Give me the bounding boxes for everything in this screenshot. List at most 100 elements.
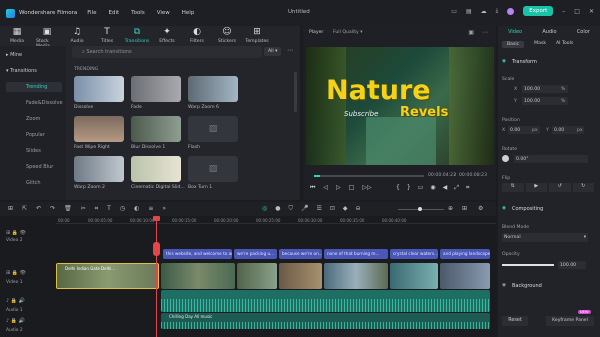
- zoom-in-icon[interactable]: ⊕: [448, 205, 453, 212]
- thumb-flash[interactable]: ▨: [188, 116, 238, 142]
- minimize-icon[interactable]: –: [562, 8, 565, 15]
- text-clip[interactable]: none of that burning m...: [324, 249, 388, 259]
- crop-icon[interactable]: ⌗: [466, 184, 469, 192]
- ai-icon[interactable]: ◎: [262, 205, 267, 213]
- close-icon[interactable]: ✕: [589, 8, 594, 15]
- mark-in-icon[interactable]: {: [396, 184, 400, 192]
- time-ruler[interactable]: 00:00 00:00:05:00 00:00:10:00 00:00:15:0…: [56, 216, 496, 224]
- text-clip[interactable]: this website, and welcome to an...: [163, 249, 232, 259]
- avatar[interactable]: [507, 7, 515, 15]
- track-icons[interactable]: ⊞ 🔒 👁: [6, 270, 26, 276]
- compositing-toggle[interactable]: ◉: [502, 206, 506, 211]
- video-preview[interactable]: Nature Subscribe Revels: [306, 47, 494, 165]
- fullscreen-icon[interactable]: ⤢: [454, 184, 459, 192]
- sidebar-item-transitions[interactable]: ▾ Transitions: [6, 68, 37, 74]
- subtab-mask[interactable]: Mask: [534, 41, 546, 48]
- sidebar-item-fade-dissolve[interactable]: Fade&Dissolve: [26, 100, 63, 106]
- keyframe-panel-button[interactable]: Keyframe Panel: [546, 316, 594, 326]
- more-icon[interactable]: ⋯: [482, 29, 488, 36]
- menu-tools[interactable]: Tools: [131, 10, 145, 16]
- video-clip[interactable]: [324, 263, 388, 289]
- zoom-out-icon[interactable]: ⊖: [356, 205, 361, 213]
- sidebar-item-glitch[interactable]: Glitch: [26, 180, 41, 186]
- opacity-input[interactable]: 100.00: [558, 261, 586, 269]
- menu-file[interactable]: File: [87, 10, 96, 16]
- download-icon[interactable]: ⤓: [496, 7, 499, 15]
- shield-icon[interactable]: ⛉: [289, 205, 294, 213]
- flip-vertical-icon[interactable]: ▶: [525, 183, 547, 192]
- reset-button[interactable]: Reset: [502, 316, 528, 326]
- settings-icon[interactable]: ⚙: [478, 205, 483, 212]
- export-button[interactable]: Export: [523, 6, 554, 16]
- rotate-left-icon[interactable]: ↺: [549, 183, 571, 192]
- menu-view[interactable]: View: [157, 10, 170, 16]
- play-button[interactable]: ▷: [336, 184, 341, 192]
- tab-color[interactable]: Color: [577, 29, 590, 35]
- sidebar-item-mine[interactable]: ▸ Mine: [6, 52, 22, 58]
- track-icons[interactable]: ⊞ 🔒 👁: [6, 230, 26, 236]
- thumb-box-turn-1[interactable]: ▨: [188, 156, 238, 182]
- video-clip[interactable]: [279, 263, 322, 289]
- music-clip[interactable]: Chilling Day All music: [161, 313, 490, 329]
- sidebar-item-slides[interactable]: Slides: [26, 148, 41, 154]
- play-icon[interactable]: ◁: [323, 184, 328, 192]
- more-icon[interactable]: ⋯: [287, 47, 293, 54]
- thumb-fade[interactable]: [131, 76, 181, 102]
- rotate-right-icon[interactable]: ↻: [572, 183, 594, 192]
- thumb-cinematic-digital-slide[interactable]: [131, 156, 181, 182]
- prev-frame-icon[interactable]: ⏮: [310, 184, 315, 192]
- list-icon[interactable]: ☰: [317, 205, 322, 213]
- playhead-handle[interactable]: [153, 216, 160, 221]
- rotate-dial[interactable]: [502, 155, 509, 162]
- scrollbar[interactable]: [294, 72, 297, 112]
- menu-edit[interactable]: Edit: [109, 10, 120, 16]
- text-clip[interactable]: and playing landscape...: [440, 249, 490, 259]
- text-clip[interactable]: we're packing u...: [234, 249, 277, 259]
- video-clip-selected[interactable]: Delhi Indian Gate Delhi...: [56, 263, 159, 289]
- transform-toggle[interactable]: ◉: [502, 59, 506, 64]
- delete-icon[interactable]: 🗑: [64, 205, 72, 213]
- volume-icon[interactable]: ◀: [443, 184, 448, 192]
- track-icons[interactable]: ♪ 🔒 🔊: [6, 298, 25, 304]
- image-icon[interactable]: ▣: [468, 29, 474, 36]
- thumb-warp-zoom-6[interactable]: [188, 76, 238, 102]
- layout-icon[interactable]: ⊞: [8, 205, 13, 213]
- select-icon[interactable]: ⇱: [22, 205, 27, 213]
- search-input[interactable]: Search transitions: [86, 49, 131, 55]
- snap-icon[interactable]: ⊡: [330, 205, 335, 213]
- flip-horizontal-icon[interactable]: ⇅: [502, 183, 524, 192]
- color-icon[interactable]: ◐: [134, 205, 139, 213]
- blend-mode-select[interactable]: Normal ▾: [502, 233, 588, 242]
- tab-audio[interactable]: Audio: [542, 29, 556, 35]
- rotate-input[interactable]: 0.00°: [514, 155, 588, 163]
- layout-icon[interactable]: ▤: [466, 8, 472, 15]
- sidebar-item-trending[interactable]: Trending: [6, 82, 62, 92]
- text-clip[interactable]: because we're on...: [279, 249, 322, 259]
- playhead-marker[interactable]: [153, 242, 160, 256]
- audio-waveform-clip[interactable]: [161, 290, 490, 312]
- thumb-fast-wipe-right[interactable]: [74, 116, 124, 142]
- thumb-dissolve[interactable]: [74, 76, 124, 102]
- subtab-ai-tools[interactable]: AI Tools: [556, 41, 573, 48]
- playhead[interactable]: [156, 216, 157, 337]
- opacity-slider[interactable]: [502, 264, 554, 266]
- video-clip[interactable]: [161, 263, 235, 289]
- video-clip[interactable]: [440, 263, 490, 289]
- thumb-warp-zoom-2[interactable]: [74, 156, 124, 182]
- sidebar-item-speed-blur[interactable]: Speed Blur: [26, 164, 53, 170]
- maximize-icon[interactable]: □: [574, 8, 580, 15]
- filter-dropdown[interactable]: All ▾: [264, 47, 282, 56]
- grid-icon[interactable]: ⊞: [462, 205, 467, 212]
- video-clip[interactable]: [390, 263, 438, 289]
- zoom-slider[interactable]: [398, 207, 444, 211]
- crop-icon[interactable]: ⌗: [95, 205, 98, 213]
- seek-bar[interactable]: [314, 175, 424, 177]
- mark-out-icon[interactable]: }: [407, 184, 411, 192]
- tab-video[interactable]: Video: [508, 29, 522, 35]
- sidebar-item-popular[interactable]: Popular: [26, 132, 45, 138]
- text-icon[interactable]: T: [107, 205, 111, 213]
- redo-icon[interactable]: ↷: [50, 205, 55, 213]
- monitor-icon[interactable]: ▭: [418, 184, 424, 192]
- cloud-icon[interactable]: ☁: [481, 8, 487, 15]
- background-toggle[interactable]: ◉: [502, 283, 506, 288]
